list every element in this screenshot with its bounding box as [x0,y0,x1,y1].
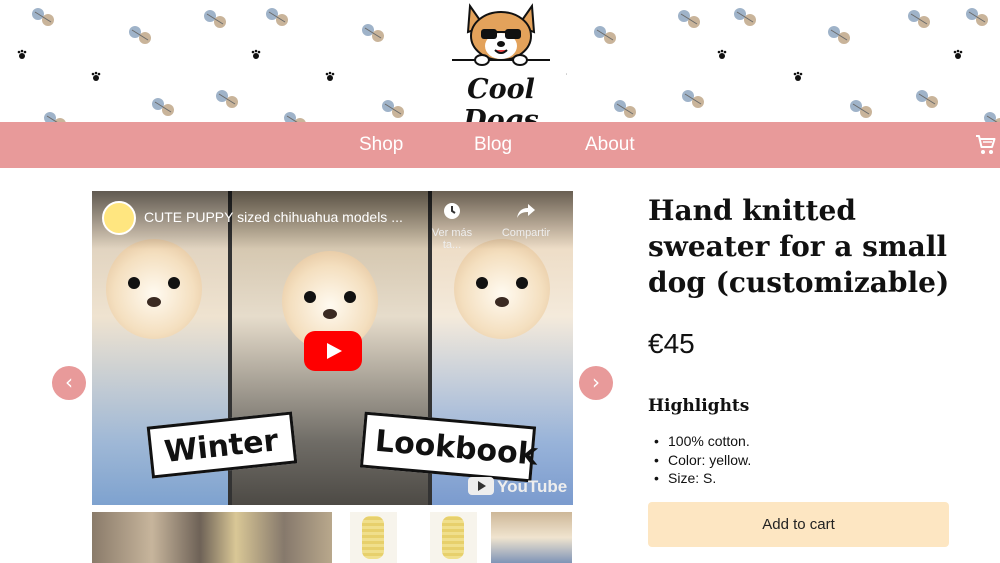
watch-later-button[interactable]: Ver más ta... [422,201,482,251]
video-title[interactable]: CUTE PUPPY sized chihuahua models ... [144,209,403,225]
play-button[interactable] [304,331,362,371]
share-icon [517,204,535,218]
thumbnail-2[interactable] [350,512,397,563]
nav-blog[interactable]: Blog [474,134,512,156]
chevron-right-icon: › [592,370,600,394]
brand-name: Cool Dogs [463,74,539,122]
chihuahua-image [106,239,202,339]
product-price: €45 [648,328,695,359]
add-to-cart-button[interactable]: Add to cart [648,502,949,547]
nav-shop[interactable]: Shop [359,134,403,156]
channel-avatar[interactable] [102,201,136,235]
carousel-prev-button[interactable]: ‹ [52,366,86,400]
dog-logo-icon [452,3,550,66]
product-video[interactable]: CUTE PUPPY sized chihuahua models ... Ve… [92,191,573,505]
product-title: Hand knitted sweater for a small dog (cu… [648,194,950,299]
sweater-image [362,516,384,559]
list-item: 100% cotton. [654,432,751,451]
share-label: Compartir [501,227,551,239]
thumbnail-1[interactable] [92,512,332,563]
highlights-list: 100% cotton. Color: yellow. Size: S. [654,432,751,488]
chihuahua-image [454,239,550,339]
nav-about[interactable]: About [585,134,635,156]
sweater-image [442,516,464,559]
youtube-logo[interactable]: YouTube [468,477,567,497]
thumbnail-3[interactable] [430,512,477,563]
cart-icon[interactable] [974,133,998,157]
clock-icon [444,203,460,219]
carousel-next-button[interactable]: › [579,366,613,400]
chevron-left-icon: ‹ [65,370,73,394]
share-button[interactable]: Compartir [496,201,556,239]
list-item: Color: yellow. [654,451,751,470]
youtube-play-icon [468,477,494,495]
site-header: Cool Dogs [0,0,1000,122]
thumbnail-video[interactable] [491,512,572,563]
main-nav: Shop Blog About [0,122,1000,168]
list-item: Size: S. [654,469,751,488]
highlights-heading: Highlights [648,396,750,416]
logo[interactable]: Cool Dogs [436,0,566,122]
watch-later-label: Ver más ta... [431,227,473,251]
youtube-wordmark: YouTube [497,477,568,496]
